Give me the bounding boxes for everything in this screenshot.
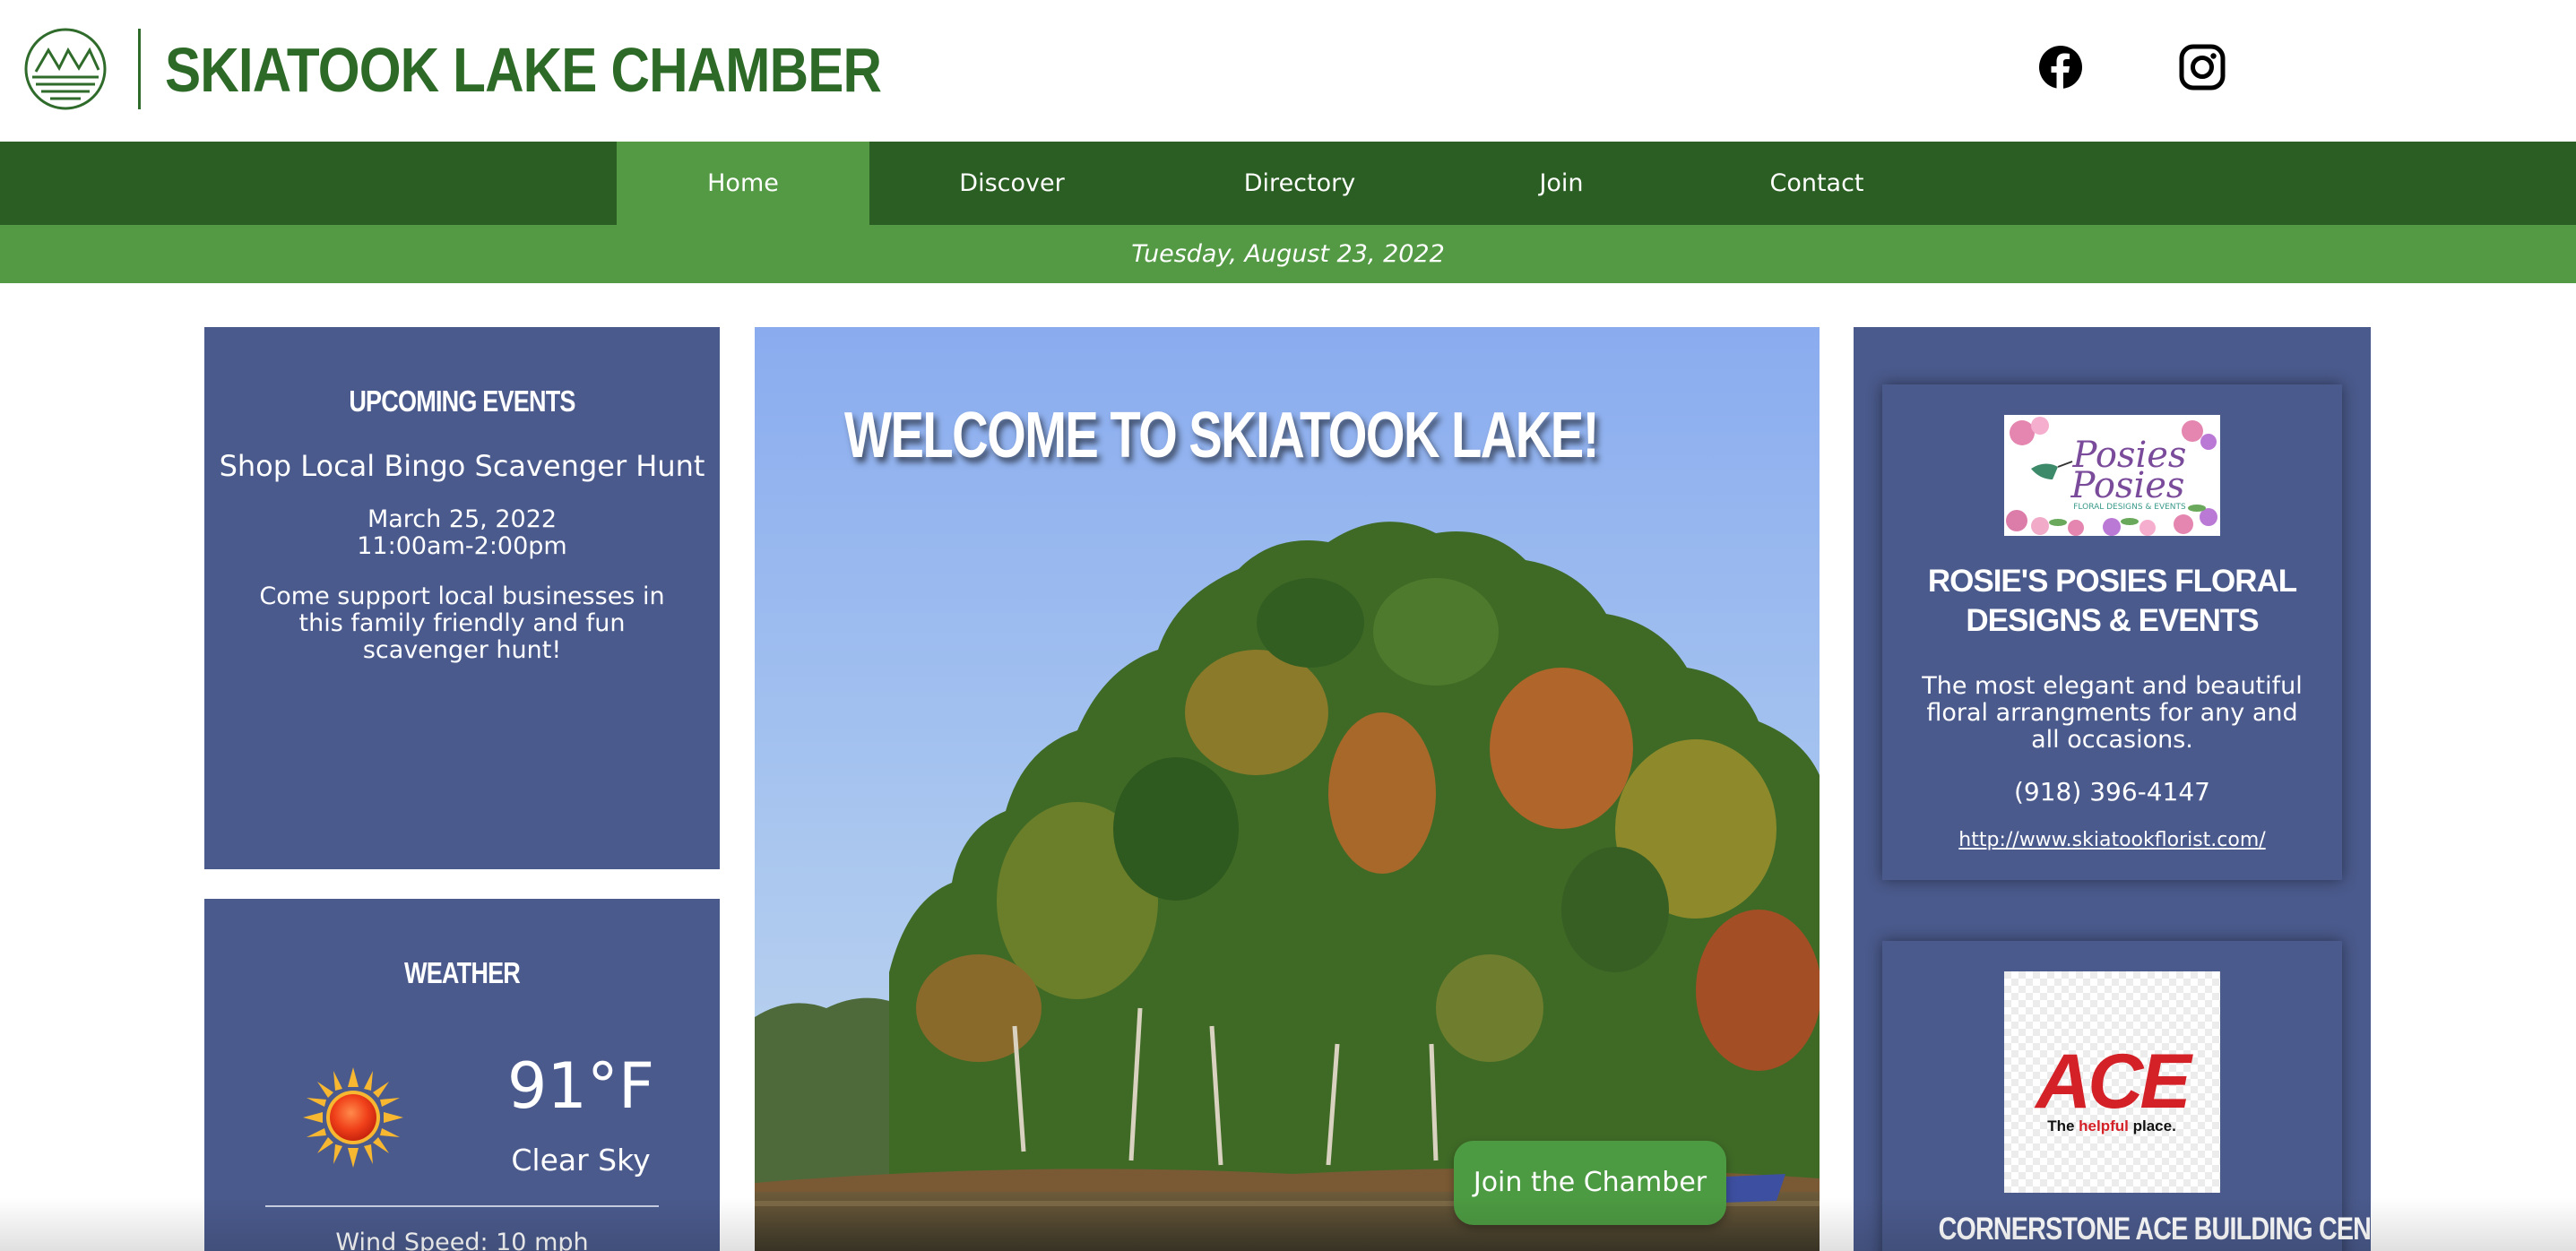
nav-join[interactable]: Join	[1445, 142, 1678, 225]
hero-title: WELCOME TO SKIATOOK LAKE!	[844, 400, 1599, 471]
weather-wind: Wind Speed: 10 mph	[335, 1229, 589, 1251]
weather-temperature: 91°F	[506, 1049, 655, 1123]
events-heading: UPCOMING EVENTS	[349, 384, 575, 418]
nav-discover[interactable]: Discover	[869, 142, 1154, 225]
event-time: 11:00am-2:00pm	[357, 532, 567, 560]
weather-divider	[265, 1205, 659, 1207]
svg-text:Posies: Posies	[2070, 465, 2185, 506]
business-card: ACE The helpful place. CORNERSTONE ACE B…	[1882, 941, 2371, 1251]
site-header: SKIATOOK LAKE CHAMBER	[0, 0, 2576, 142]
join-chamber-button[interactable]: Join the Chamber	[1454, 1141, 1726, 1225]
chamber-logo-icon[interactable]	[23, 27, 108, 111]
business-name: CORNERSTONE ACE BUILDING CENTER	[1938, 1212, 2371, 1247]
sun-icon	[303, 1067, 403, 1168]
business-logo[interactable]: Posies Posies FLORAL DESIGNS & EVENTS	[2004, 415, 2220, 536]
upcoming-events-card: UPCOMING EVENTS Shop Local Bingo Scaveng…	[204, 327, 720, 869]
event-description: Come support local businesses in this fa…	[259, 582, 665, 664]
ace-hardware-logo-icon: ACE The helpful place.	[2004, 971, 2220, 1193]
weather-condition: Clear Sky	[511, 1143, 651, 1178]
facebook-icon[interactable]	[2036, 43, 2085, 91]
weather-card: WEATHER 91°F Clear Sky Wind Speed: 10 mp…	[204, 899, 720, 1251]
event-date: March 25, 2022	[367, 505, 558, 533]
business-phone[interactable]: (918) 396-4147	[1882, 777, 2342, 807]
business-card: Posies Posies FLORAL DESIGNS & EVENTS RO…	[1882, 384, 2342, 880]
site-title[interactable]: SKIATOOK LAKE CHAMBER	[165, 34, 882, 106]
event-title: Shop Local Bingo Scavenger Hunt	[219, 449, 705, 483]
business-logo[interactable]: ACE The helpful place.	[2004, 971, 2220, 1193]
main-nav: Home Discover Directory Join Contact	[0, 142, 2576, 225]
weather-heading: WEATHER	[403, 956, 521, 989]
featured-businesses-sidebar: Posies Posies FLORAL DESIGNS & EVENTS RO…	[1854, 327, 2371, 1251]
date-bar: Tuesday, August 23, 2022	[0, 225, 2576, 283]
nav-directory[interactable]: Directory	[1154, 142, 1445, 225]
svg-text:ACE: ACE	[2034, 1039, 2193, 1125]
svg-text:FLORAL DESIGNS & EVENTS: FLORAL DESIGNS & EVENTS	[2073, 503, 2186, 512]
business-name: ROSIE'S POSIES FLORAL DESIGNS & EVENTS	[1927, 564, 2297, 638]
business-description: The most elegant and beautiful floral ar…	[1922, 672, 2303, 754]
svg-text:The helpful place.: The helpful place.	[2047, 1117, 2176, 1135]
event-datetime: March 25, 2022 11:00am-2:00pm	[204, 506, 720, 560]
logo-divider	[138, 29, 141, 109]
business-website-link[interactable]: http://www.skiatookflorist.com/	[1882, 829, 2342, 851]
rosies-posies-logo-icon: Posies Posies FLORAL DESIGNS & EVENTS	[2004, 415, 2220, 536]
instagram-icon[interactable]	[2178, 43, 2226, 91]
nav-contact[interactable]: Contact	[1678, 142, 1956, 225]
hero-banner: WELCOME TO SKIATOOK LAKE! Join the Chamb…	[755, 327, 1820, 1251]
nav-home[interactable]: Home	[617, 142, 869, 225]
